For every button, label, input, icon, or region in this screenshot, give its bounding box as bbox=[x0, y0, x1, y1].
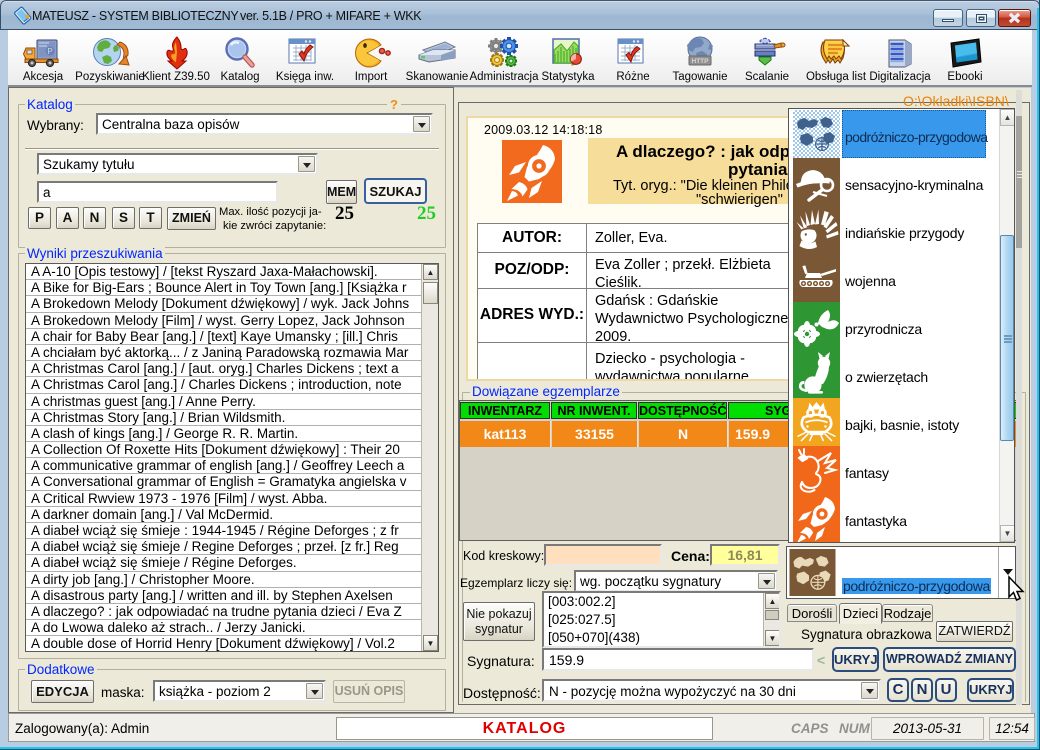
svg-text:HTTP: HTTP bbox=[692, 58, 710, 65]
svg-text:P: P bbox=[47, 47, 52, 56]
